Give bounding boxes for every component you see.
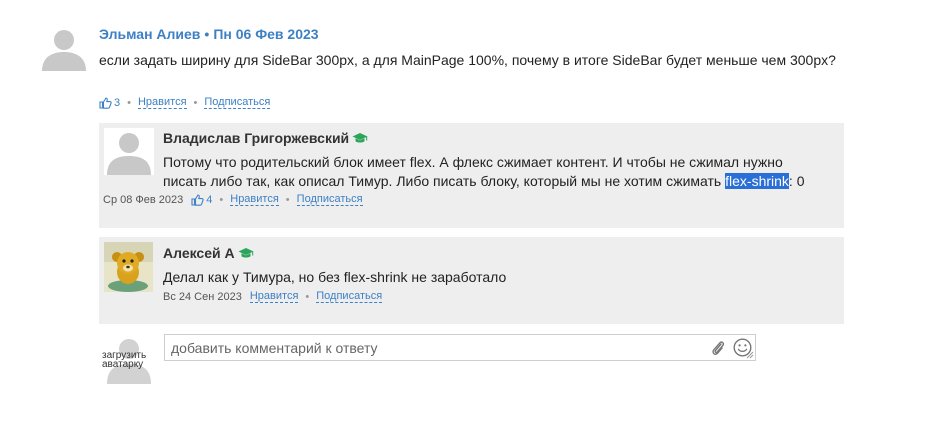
comment-author-name[interactable]: Алексей А [163,245,254,261]
answer-date: Ср 08 Фев 2023 [103,193,184,206]
comment-text: Делал как у Тимура, но без flex-shrink н… [163,269,507,285]
resize-grip-icon[interactable] [746,351,754,359]
comment-input-placeholder: добавить комментарий к ответу [171,340,378,356]
answer-actions: Ср 08 Фев 2023 4 • Нравится • Подписатьс… [103,193,363,206]
question-date: Пн 06 Фев 2023 [213,26,319,42]
answer-text: Потому что родительский блок имеет flex.… [163,154,805,189]
toy-figure-avatar-icon [104,242,153,292]
comment-author-avatar [104,242,153,292]
answer-author-avatar [104,128,154,175]
thumbs-up-icon [191,193,204,206]
separator-dot: • [193,96,198,109]
question-subscribe-link[interactable]: Подписаться [204,96,271,109]
comment-like-link[interactable]: Нравится [249,290,299,303]
separator-dot: • [127,96,131,109]
answer-like-count[interactable]: 4 [191,194,212,206]
selected-text: flex-shrink [725,173,789,189]
question-like-link[interactable]: Нравится [137,96,187,109]
graduation-cap-icon [238,248,254,258]
user-silhouette-icon [40,25,88,71]
question-text: если задать ширину для SideBar 300px, а … [99,52,836,68]
question-author-avatar [40,25,88,71]
user-silhouette-icon [104,128,154,175]
separator-dot: • [219,193,224,206]
separator-dot: • [285,193,290,206]
separator-dot: • [305,290,310,303]
question-like-count[interactable]: 3 [99,97,120,109]
upload-avatar-label[interactable]: загрузить аватарку [102,351,158,370]
comment-actions: Вс 24 Сен 2023 Нравится • Подписаться [163,290,383,303]
graduation-cap-icon [352,133,368,143]
answer-subscribe-link[interactable]: Подписаться [296,193,363,206]
answer-like-link[interactable]: Нравится [230,193,279,206]
question-actions: 3 • Нравится • Подписаться [99,96,271,109]
question-header: Эльман Алиев • Пн 06 Фев 2023 [99,26,319,42]
comment-date: Вс 24 Сен 2023 [163,290,242,303]
question-author-name[interactable]: Эльман Алиев [99,26,200,42]
answer-author-name[interactable]: Владислав Григоржевский [163,130,368,146]
paperclip-icon[interactable] [711,339,725,357]
comment-subscribe-link[interactable]: Подписаться [316,290,383,303]
comment-input[interactable]: добавить комментарий к ответу [164,334,756,361]
thumbs-up-icon [99,96,112,109]
